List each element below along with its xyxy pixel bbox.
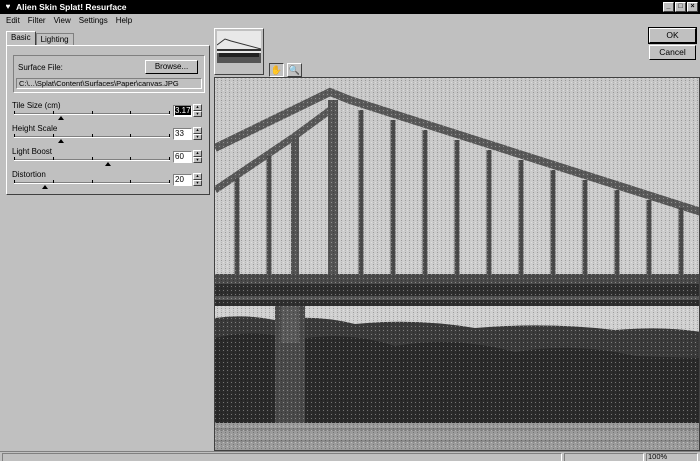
menu-bar: Edit Filter View Settings Help <box>0 14 700 27</box>
slider-tick <box>130 157 131 160</box>
height-scale-value: 33 <box>175 129 184 138</box>
spin-down-button[interactable]: ▼ <box>193 133 202 140</box>
magnifier-icon: 🔍 <box>288 65 301 75</box>
slider-tick <box>169 157 170 160</box>
light-boost-input[interactable]: 60 <box>173 151 192 163</box>
height-scale-label: Height Scale <box>12 124 58 133</box>
system-menu-icon[interactable]: ♥ <box>3 2 13 12</box>
slider-tick <box>92 134 93 137</box>
height-scale-slider-thumb[interactable] <box>58 139 64 143</box>
slider-tick <box>130 180 131 183</box>
tab-basic[interactable]: Basic <box>6 31 36 45</box>
browse-button[interactable]: Browse... <box>145 60 198 74</box>
spin-down-button[interactable]: ▼ <box>193 156 202 163</box>
distortion-label: Distortion <box>12 170 46 179</box>
distortion-slider-thumb[interactable] <box>42 185 48 189</box>
cancel-button[interactable]: Cancel <box>649 45 696 60</box>
maximize-button[interactable]: □ <box>675 2 686 12</box>
zoom-tool-button[interactable]: 🔍 <box>287 63 302 77</box>
tile-size-label: Tile Size (cm) <box>12 101 61 110</box>
tile-size-value: 3.17 <box>175 106 191 115</box>
light-boost-spinner: ▲ ▼ <box>193 150 202 163</box>
tab-strip: Basic Lighting <box>6 31 74 45</box>
window-controls: _ □ × <box>663 2 698 12</box>
tile-size-spinner: ▲ ▼ <box>193 104 202 117</box>
tab-lighting[interactable]: Lighting <box>35 33 74 45</box>
slider-tick <box>92 180 93 183</box>
surface-file-label: Surface File: <box>18 63 63 72</box>
hand-icon: ✋ <box>270 65 283 75</box>
slider-tick <box>53 157 54 160</box>
menu-view[interactable]: View <box>50 16 75 25</box>
close-button[interactable]: × <box>687 2 698 12</box>
height-scale-spinner: ▲ ▼ <box>193 127 202 140</box>
window-title: Alien Skin Splat! Resurface <box>16 2 127 12</box>
surface-path-field: C:\...\Splat\Content\Surfaces\Paper\canv… <box>16 78 202 89</box>
distortion-input[interactable]: 20 <box>173 174 192 186</box>
menu-help[interactable]: Help <box>112 16 136 25</box>
distortion-slider[interactable] <box>14 180 170 189</box>
slider-tick <box>92 111 93 114</box>
preview-canvas[interactable] <box>214 77 700 451</box>
ok-button[interactable]: OK <box>648 27 697 44</box>
spin-down-button[interactable]: ▼ <box>193 110 202 117</box>
light-boost-value: 60 <box>175 152 184 161</box>
slider-tick <box>53 134 54 137</box>
navigator-thumbnail[interactable] <box>214 28 264 75</box>
thumbnail-image <box>217 31 261 63</box>
slider-tick <box>130 134 131 137</box>
slider-tick <box>169 111 170 114</box>
menu-settings[interactable]: Settings <box>75 16 112 25</box>
tile-size-slider-thumb[interactable] <box>58 116 64 120</box>
slider-tick <box>14 111 15 114</box>
light-boost-label: Light Boost <box>12 147 53 156</box>
menu-edit[interactable]: Edit <box>2 16 24 25</box>
slider-tick <box>14 180 15 183</box>
slider-tick <box>14 157 15 160</box>
slider-tick <box>169 134 170 137</box>
menu-filter[interactable]: Filter <box>24 16 50 25</box>
status-cell-message <box>2 453 562 461</box>
spin-down-button[interactable]: ▼ <box>193 179 202 186</box>
hand-tool-button[interactable]: ✋ <box>269 63 284 77</box>
zoom-level: 100% <box>648 452 668 461</box>
status-bar <box>0 451 700 461</box>
preview-image <box>215 78 699 450</box>
title-bar: ♥ Alien Skin Splat! Resurface _ □ × <box>0 0 700 14</box>
distortion-value: 20 <box>175 175 184 184</box>
light-boost-slider[interactable] <box>14 157 170 166</box>
slider-tick <box>14 134 15 137</box>
height-scale-slider[interactable] <box>14 134 170 143</box>
slider-tick <box>169 180 170 183</box>
slider-tick <box>53 180 54 183</box>
tile-size-input[interactable]: 3.17 <box>173 105 192 117</box>
distortion-spinner: ▲ ▼ <box>193 173 202 186</box>
light-boost-slider-thumb[interactable] <box>105 162 111 166</box>
height-scale-input[interactable]: 33 <box>173 128 192 140</box>
tile-size-slider[interactable] <box>14 111 170 120</box>
minimize-button[interactable]: _ <box>663 2 674 12</box>
slider-tick <box>130 111 131 114</box>
slider-tick <box>92 157 93 160</box>
slider-tick <box>53 111 54 114</box>
status-cell-info <box>564 453 644 461</box>
